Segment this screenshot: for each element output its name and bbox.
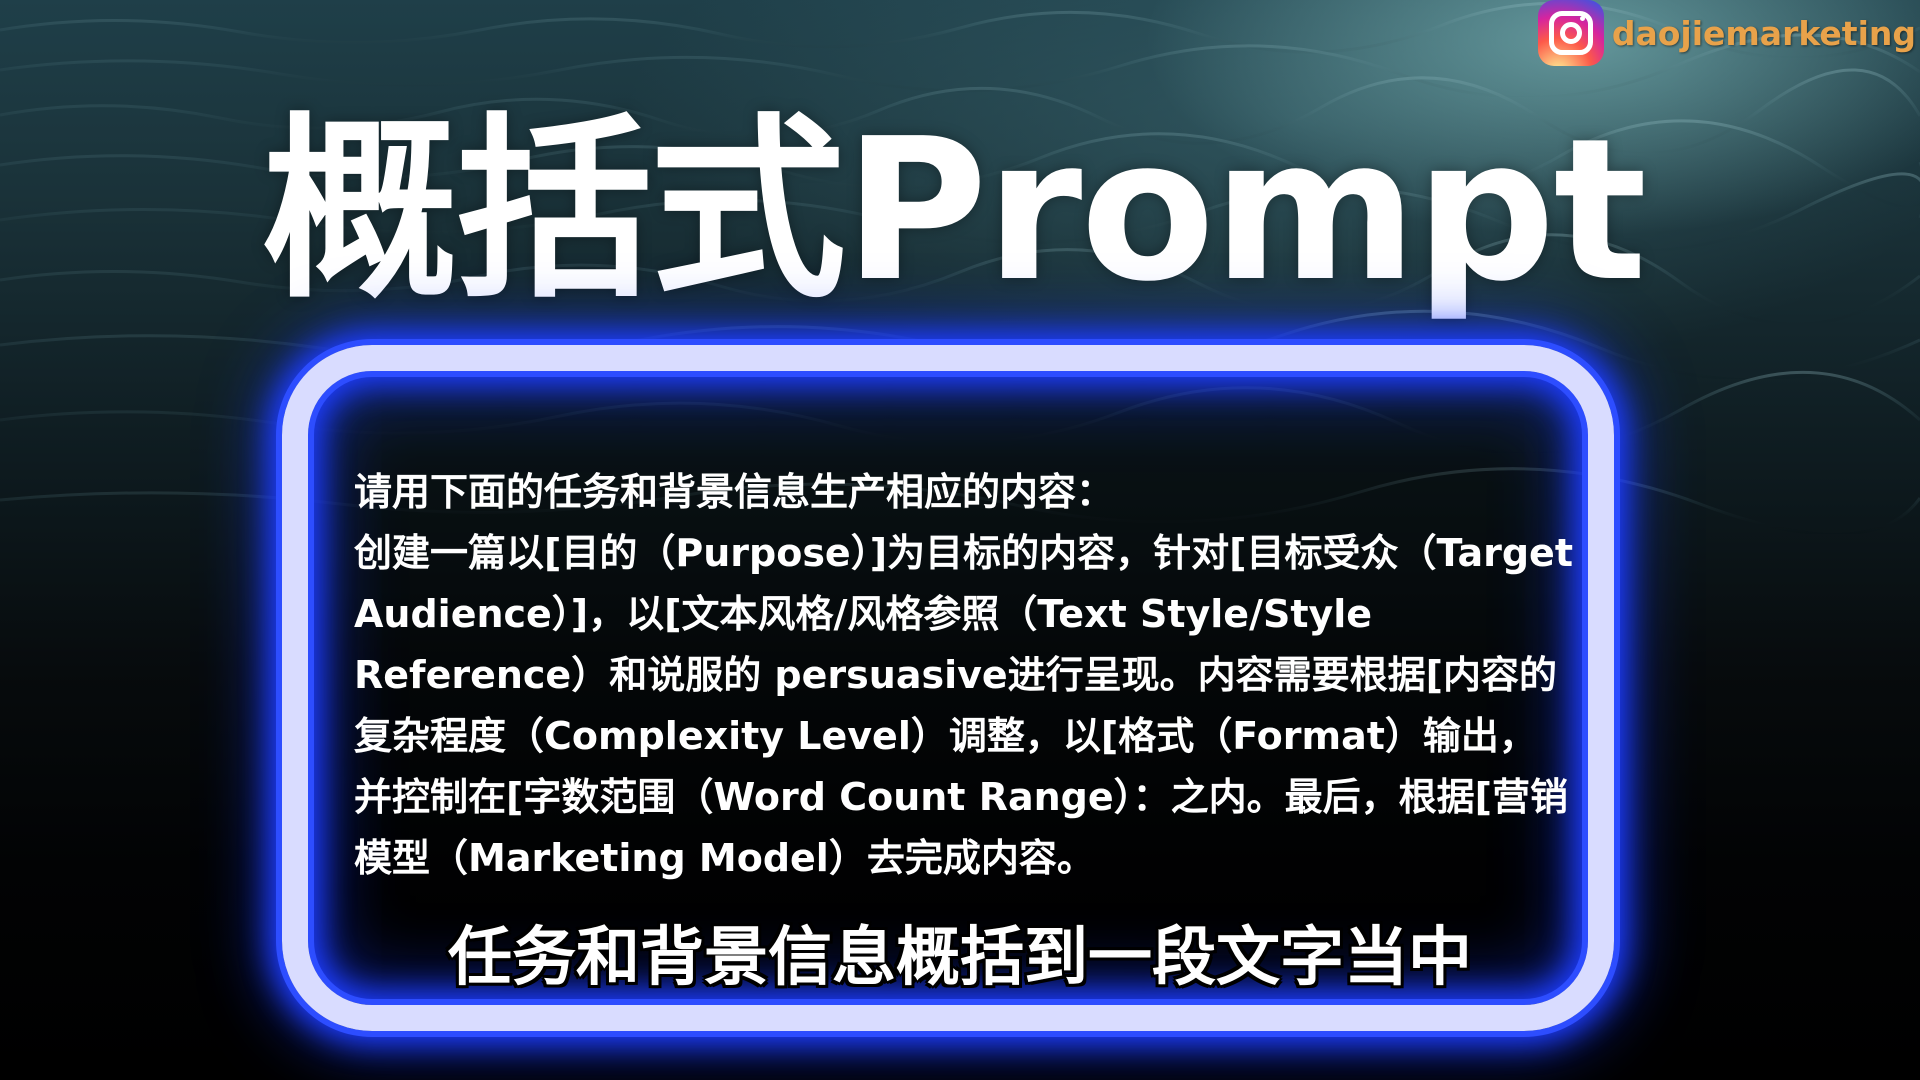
video-frame: daojiemarketing 概括式Prompt 请用下面的任务和背景信息生产… — [0, 0, 1920, 1080]
prompt-body: 创建一篇以[目的（Purpose）]为目标的内容，针对[目标受众（Target … — [354, 531, 1573, 880]
instagram-handle: daojiemarketing — [1611, 13, 1916, 53]
prompt-intro: 请用下面的任务和背景信息生产相应的内容： — [354, 470, 1115, 514]
headline-title: 概括式Prompt — [262, 97, 1647, 325]
video-subtitle: 任务和背景信息概括到一段文字当中 — [448, 921, 1472, 995]
instagram-icon — [1537, 0, 1604, 66]
prompt-template-text: 请用下面的任务和背景信息生产相应的内容： 创建一篇以[目的（Purpose）]为… — [354, 462, 1574, 889]
instagram-watermark: daojiemarketing — [1537, 0, 1920, 66]
